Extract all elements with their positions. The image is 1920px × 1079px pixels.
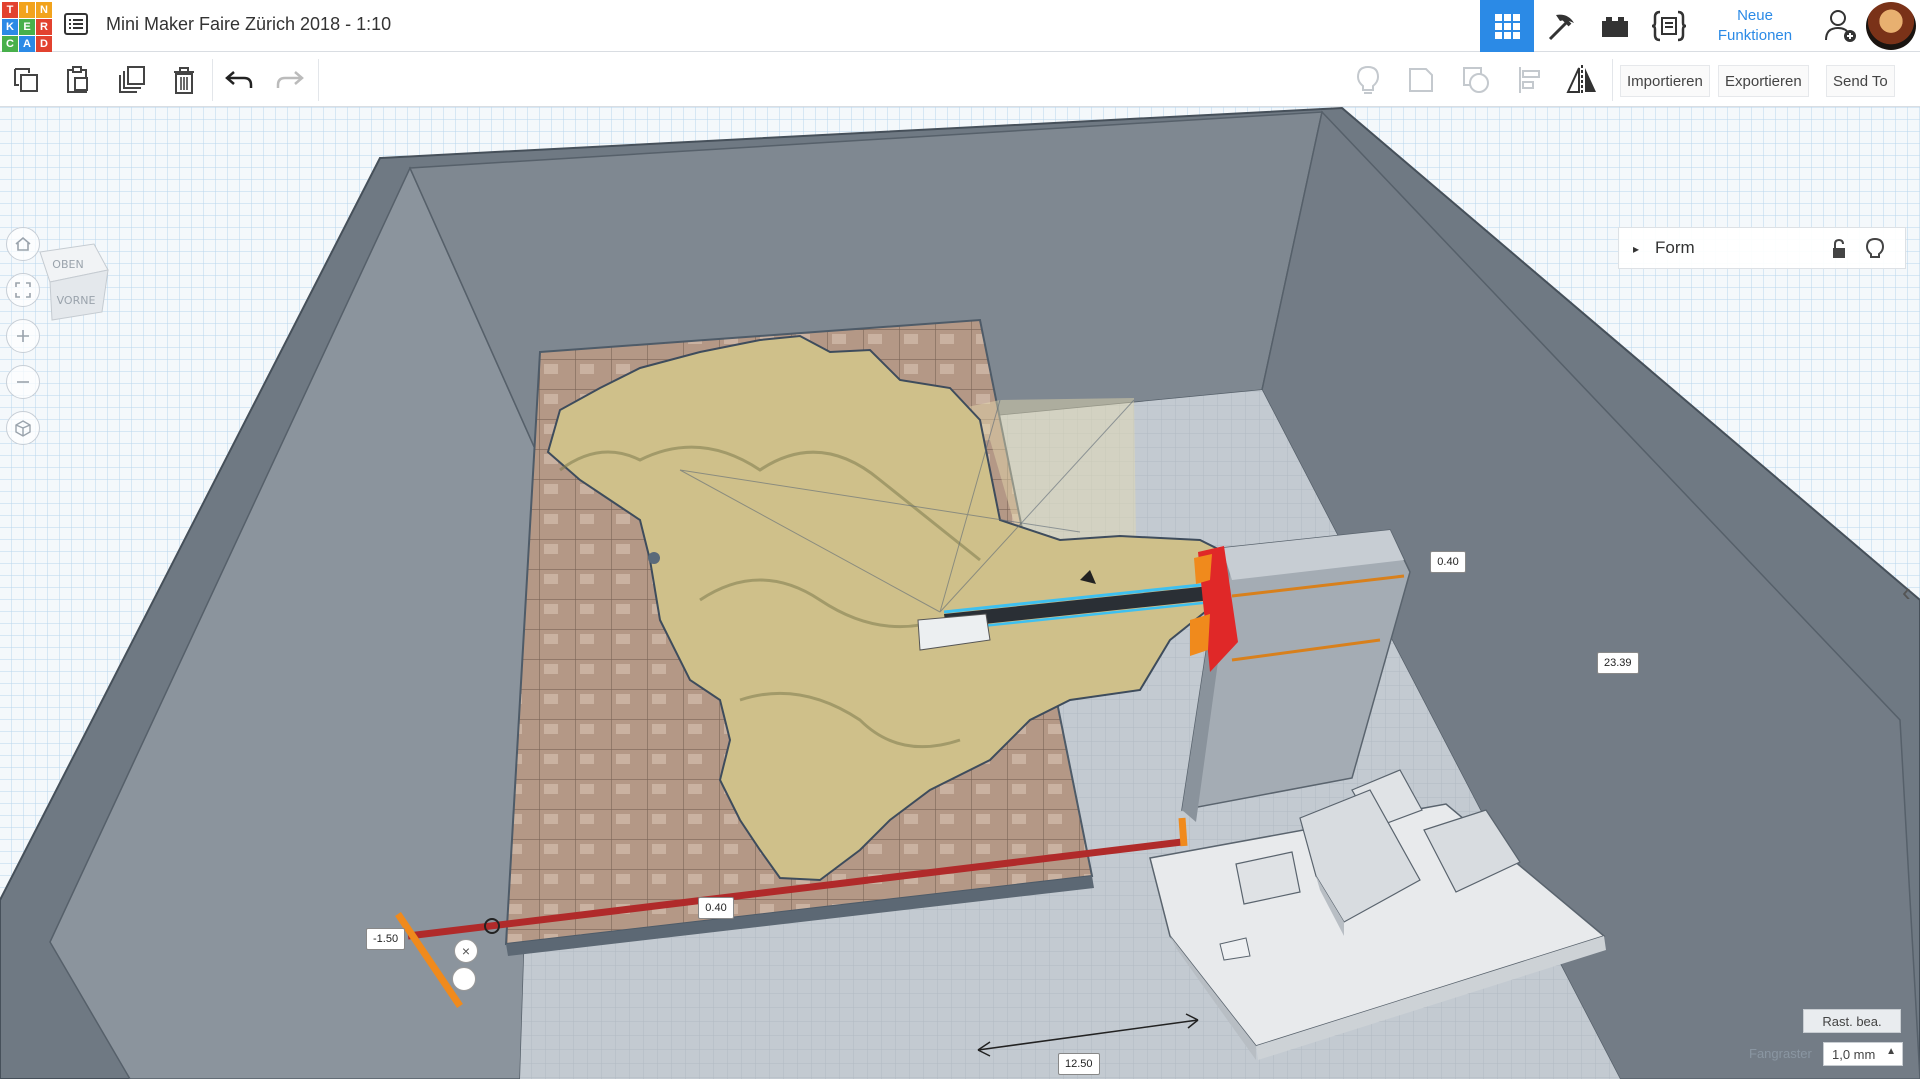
fit-view-icon — [15, 282, 31, 298]
dimension-offset-field[interactable]: -1.50 — [366, 928, 406, 950]
add-user-button[interactable] — [1814, 0, 1868, 52]
new-features-label-line2: Funktionen — [1717, 27, 1793, 44]
lock-icon[interactable] — [1827, 237, 1851, 261]
blocks-view-button[interactable] — [1534, 0, 1588, 52]
redo-button[interactable] — [270, 61, 310, 99]
zoom-out-button[interactable] — [6, 365, 40, 399]
logo-letter: T — [2, 2, 18, 18]
project-title[interactable]: Mini Maker Faire Zürich 2018 - 1:10 — [106, 14, 391, 35]
mirror-button[interactable] — [1562, 61, 1602, 99]
top-bar: T I N K E R C A D Mini Maker Faire Züric… — [0, 0, 1920, 52]
add-user-icon — [1825, 10, 1856, 42]
avatar[interactable] — [1866, 2, 1916, 50]
paste-button[interactable] — [58, 61, 98, 99]
logo-letter: R — [36, 19, 52, 35]
grid-icon — [1495, 14, 1520, 39]
snap-grid-value: 1,0 mm — [1832, 1046, 1876, 1062]
send-to-button[interactable]: Send To — [1826, 65, 1895, 97]
chevron-left-icon[interactable]: ‹ — [1902, 577, 1918, 637]
close-icon[interactable]: × — [454, 939, 478, 963]
home-icon — [15, 236, 31, 251]
lightbulb-icon[interactable] — [1863, 237, 1887, 261]
toolbar-separator — [1612, 59, 1613, 101]
lightbulb-icon — [1356, 65, 1380, 94]
delete-button[interactable] — [164, 61, 204, 99]
duplicate-button[interactable] — [112, 61, 152, 99]
ortho-view-button[interactable] — [6, 411, 40, 445]
logo-letter: N — [36, 2, 52, 18]
pickaxe-icon — [1548, 14, 1574, 41]
new-features-label-line1: Neue — [1737, 7, 1773, 24]
logo-letter: A — [19, 36, 35, 52]
toolbar-separator — [318, 59, 319, 101]
snap-grid-label: Fangraster — [1749, 1046, 1812, 1061]
mirror-icon — [1566, 65, 1596, 95]
ungroup-button[interactable] — [1456, 61, 1496, 99]
align-icon — [1519, 67, 1540, 93]
ortho-view-icon — [15, 420, 31, 437]
workplane[interactable]: OBEN VORNE ▸ Form 0.40 23.39 0.40 -1.50 … — [0, 107, 1920, 1079]
list-menu-icon[interactable] — [64, 13, 88, 35]
zoom-in-icon — [17, 330, 29, 342]
map-marker — [648, 552, 660, 564]
zoom-in-button[interactable] — [6, 319, 40, 353]
import-button[interactable]: Importieren — [1620, 65, 1710, 97]
copy-button[interactable] — [6, 61, 46, 99]
logo-letter: C — [2, 36, 18, 52]
view-3d-button[interactable] — [1480, 0, 1534, 52]
shape-panel[interactable]: ▸ Form — [1618, 227, 1906, 269]
chevron-up-icon: ▲ — [1886, 1046, 1896, 1057]
snap-grid-select[interactable]: 1,0 mm ▲ — [1823, 1042, 1903, 1066]
new-features-button[interactable]: Neue Funktionen — [1700, 0, 1810, 52]
viewcube-top-label: OBEN — [52, 258, 83, 271]
viewcube-front-label: VORNE — [57, 294, 96, 307]
dimension-field[interactable]: 0.40 — [1430, 551, 1466, 573]
logo-letter: I — [19, 2, 35, 18]
edit-toolbar: Importieren Exportieren Send To — [0, 53, 1920, 107]
copy-icon — [14, 68, 38, 92]
shape-panel-title: Form — [1655, 238, 1695, 257]
logo-letter: K — [2, 19, 18, 35]
code-icon — [1651, 10, 1687, 42]
dimension-field[interactable]: 0.40 — [698, 897, 734, 919]
orange-rod[interactable] — [1178, 817, 1188, 847]
undo-button[interactable] — [219, 61, 259, 99]
ungroup-icon — [1463, 67, 1489, 93]
dimension-height-field[interactable]: 23.39 — [1597, 652, 1639, 674]
tinkercad-logo[interactable]: T I N K E R C A D — [2, 2, 52, 52]
orange-clamp[interactable] — [1190, 614, 1210, 656]
fit-view-button[interactable] — [6, 273, 40, 307]
home-view-button[interactable] — [6, 227, 40, 261]
duplicate-icon — [119, 66, 145, 93]
orange-clamp[interactable] — [1194, 554, 1212, 584]
bricks-view-button[interactable] — [1588, 0, 1642, 52]
undo-icon — [225, 71, 253, 88]
align-button[interactable] — [1510, 61, 1550, 99]
group-button[interactable] — [1401, 61, 1441, 99]
delete-icon — [174, 67, 194, 94]
logo-letter: E — [19, 19, 35, 35]
group-icon — [1409, 68, 1433, 92]
export-button[interactable]: Exportieren — [1718, 65, 1809, 97]
dimension-length-field[interactable]: 12.50 — [1058, 1053, 1100, 1075]
edit-grid-button[interactable]: Rast. bea. — [1803, 1009, 1901, 1033]
chevron-right-icon[interactable]: ▸ — [1633, 242, 1639, 256]
redo-icon — [276, 71, 304, 88]
logo-letter: D — [36, 36, 52, 52]
note-icon[interactable] — [452, 967, 476, 991]
codeblocks-view-button[interactable] — [1642, 0, 1696, 52]
paste-icon — [67, 66, 88, 93]
brick-icon — [1602, 17, 1628, 37]
zoom-out-icon — [17, 381, 29, 383]
show-all-button[interactable] — [1348, 61, 1388, 99]
view-cube[interactable]: OBEN VORNE — [36, 240, 116, 330]
toolbar-separator — [212, 59, 213, 101]
